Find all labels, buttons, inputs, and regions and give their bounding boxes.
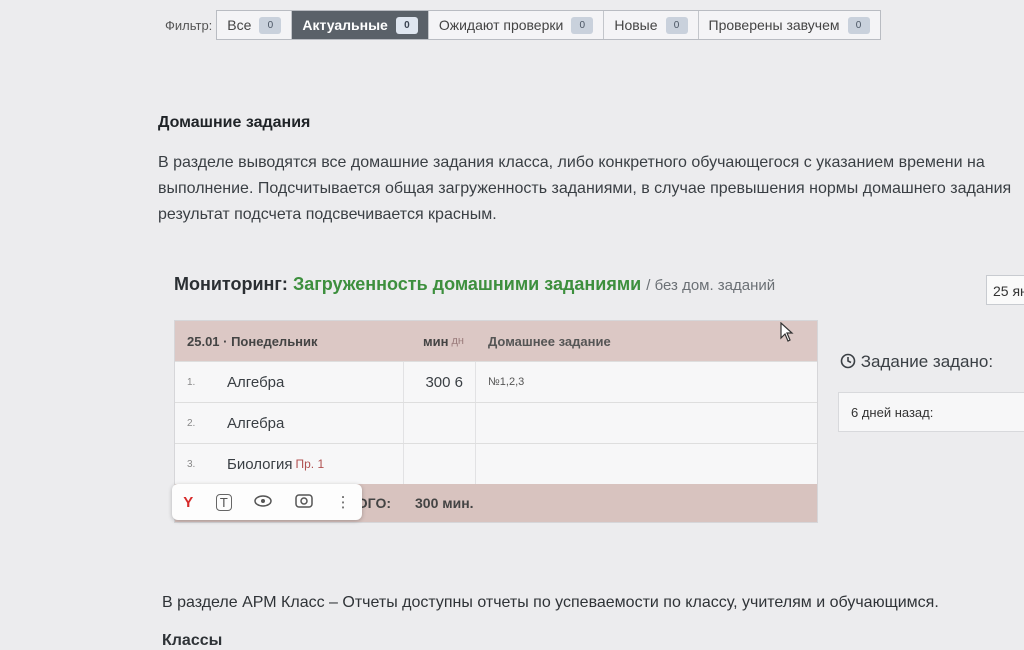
row-number: 2. bbox=[187, 417, 196, 429]
bottom-paragraph: В разделе АРМ Класс – Отчеты доступны от… bbox=[162, 594, 939, 611]
row-number: 1. bbox=[187, 376, 196, 388]
mouse-cursor-icon bbox=[780, 321, 794, 347]
description-line: В разделе выводятся все домашние задания… bbox=[158, 154, 985, 171]
tab-label: Все bbox=[227, 17, 252, 33]
tab-label: Новые bbox=[614, 17, 658, 33]
section-heading: Домашние задания bbox=[158, 114, 311, 131]
subject-cell: 1. Алгебра bbox=[175, 374, 403, 391]
filter-label: Фильтр: bbox=[165, 17, 213, 33]
date-picker[interactable]: 25 янв bbox=[986, 275, 1024, 305]
subject-cell: 2. Алгебра bbox=[175, 415, 403, 432]
count-badge: 0 bbox=[847, 16, 870, 34]
text-icon[interactable]: T bbox=[215, 493, 232, 511]
minutes-value: 300 bbox=[425, 373, 451, 391]
minutes-header-label: мин bbox=[423, 333, 449, 349]
section-description: В разделе выводятся все домашние задания… bbox=[158, 150, 1024, 228]
assigned-label: Задание задано: bbox=[860, 352, 994, 371]
filter-bar: Фильтр: Все 0 Актуальные 0 Ожидают прове… bbox=[165, 10, 881, 40]
tab-label: Ожидают проверки bbox=[438, 17, 564, 33]
filter-tabs: Все 0 Актуальные 0 Ожидают проверки 0 Но… bbox=[216, 10, 881, 40]
minutes-cell bbox=[403, 444, 476, 484]
count-badge: 0 bbox=[259, 16, 282, 34]
subject-note: Пр. 1 bbox=[295, 457, 325, 471]
tab-label: Проверены завучем bbox=[708, 17, 840, 33]
homework-header: Домашнее задание bbox=[488, 333, 611, 349]
homework-cell: №1,2,3 bbox=[488, 376, 525, 388]
table-row[interactable]: 3. Биология Пр. 1 bbox=[175, 443, 817, 484]
clock-icon bbox=[840, 352, 861, 371]
tab-label: Актуальные bbox=[302, 17, 388, 33]
subject-name: Алгебра bbox=[227, 373, 285, 391]
assigned-value: 6 дней назад: bbox=[838, 392, 1024, 432]
minutes-cell bbox=[403, 403, 476, 443]
yandex-icon[interactable]: Y bbox=[183, 494, 193, 511]
subject-name: Биология bbox=[227, 455, 293, 473]
monitoring-label: Мониторинг: bbox=[174, 274, 288, 294]
count-badge: 0 bbox=[571, 16, 594, 34]
monitoring-title: Мониторинг: Загруженность домашними зада… bbox=[174, 274, 775, 295]
days-value: 6 bbox=[454, 373, 463, 391]
row-number: 3. bbox=[187, 458, 196, 470]
table-header: 25.01 · Понедельник мин дн Домашнее зада… bbox=[175, 321, 817, 361]
table-row[interactable]: 1. Алгебра 300 6 №1,2,3 bbox=[175, 361, 817, 402]
day-header: 25.01 · Понедельник bbox=[187, 333, 318, 349]
tab-checked-by-head[interactable]: Проверены завучем 0 bbox=[699, 11, 880, 39]
tab-current[interactable]: Актуальные 0 bbox=[292, 11, 429, 39]
days-header-label: дн bbox=[451, 335, 465, 347]
description-line: выполнение. Подсчитывается общая загруже… bbox=[158, 180, 1012, 197]
more-icon[interactable]: ⋮ bbox=[336, 493, 351, 511]
assigned-title: Задание задано: bbox=[840, 352, 993, 372]
monitoring-link[interactable]: Загруженность домашними заданиями bbox=[293, 274, 641, 294]
floating-toolbar: Y T ⋮ bbox=[172, 484, 362, 520]
tab-awaiting-review[interactable]: Ожидают проверки 0 bbox=[429, 11, 605, 39]
table-row[interactable]: 2. Алгебра bbox=[175, 402, 817, 443]
eye-icon[interactable] bbox=[254, 494, 273, 511]
subject-name: Алгебра bbox=[227, 414, 285, 432]
tab-new[interactable]: Новые 0 bbox=[604, 11, 699, 39]
camera-icon[interactable] bbox=[295, 492, 313, 512]
monitoring-sub[interactable]: / без дом. заданий bbox=[646, 277, 775, 294]
count-badge: 0 bbox=[665, 16, 688, 34]
subject-cell: 3. Биология Пр. 1 bbox=[175, 456, 403, 473]
tab-all[interactable]: Все 0 bbox=[217, 11, 293, 39]
next-heading: Классы bbox=[162, 632, 223, 649]
total-value: 300 мин. bbox=[415, 495, 474, 511]
minutes-header: мин дн bbox=[403, 321, 476, 361]
minutes-cell: 300 6 bbox=[403, 362, 476, 402]
description-line: результат подсчета подсвечивается красны… bbox=[158, 206, 497, 223]
count-badge: 0 bbox=[395, 16, 418, 34]
